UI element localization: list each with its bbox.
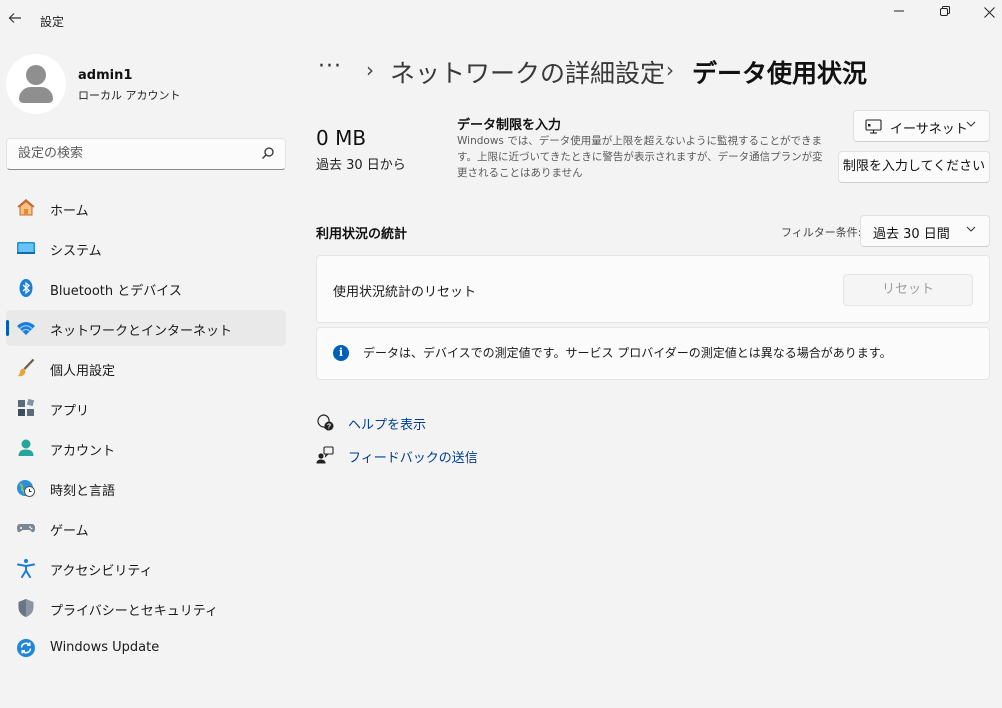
sidebar-item-label: プライバシーとセキュリティ bbox=[50, 604, 218, 619]
network-adapter-dropdown[interactable]: イーサネット bbox=[853, 110, 990, 142]
sidebar-item-accessibility[interactable]: アクセシビリティ bbox=[6, 550, 286, 586]
filter-period-dropdown[interactable]: 過去 30 日間 bbox=[860, 215, 990, 247]
system-icon bbox=[17, 242, 35, 254]
help-link[interactable]: ヘルプを表示 bbox=[348, 414, 426, 433]
breadcrumb-more-button[interactable]: ··· bbox=[318, 54, 342, 79]
chevron-right-icon: › bbox=[366, 58, 374, 82]
home-icon bbox=[17, 199, 35, 216]
page-title: データ使用状況 bbox=[692, 59, 868, 88]
network-adapter-label: イーサネット bbox=[890, 122, 968, 137]
sidebar-item-system[interactable]: システム bbox=[6, 230, 286, 266]
sidebar-item-bluetooth[interactable]: Bluetooth とデバイス bbox=[6, 270, 286, 306]
reset-stats-label: 使用状況統計のリセット bbox=[333, 285, 477, 300]
sidebar-item-gaming[interactable]: ゲーム bbox=[6, 510, 286, 546]
bluetooth-icon bbox=[19, 279, 33, 297]
restore-button[interactable] bbox=[922, 0, 968, 28]
search-input[interactable] bbox=[18, 146, 248, 161]
feedback-icon bbox=[316, 446, 334, 464]
sidebar-item-label: アカウント bbox=[50, 444, 116, 459]
filter-period-value: 過去 30 日間 bbox=[873, 227, 950, 242]
breadcrumb-parent-link[interactable]: ネットワークの詳細設定 bbox=[390, 54, 665, 90]
gamepad-icon bbox=[17, 524, 35, 533]
avatar[interactable] bbox=[6, 54, 66, 114]
svg-text:?: ? bbox=[327, 424, 331, 431]
info-card: i データは、デバイスでの測定値です。サービス プロバイダーの測定値とは異なる場… bbox=[316, 327, 990, 380]
avatar-head bbox=[26, 65, 46, 85]
sidebar-item-label: ホーム bbox=[50, 204, 89, 219]
data-limit-description: Windows では、データ使用量が上限を超えないように監視することができます。… bbox=[457, 135, 823, 179]
settings-search-box[interactable] bbox=[6, 138, 286, 170]
reset-stats-card: 使用状況統計のリセット リセット bbox=[316, 255, 990, 323]
sidebar-item-network[interactable]: ネットワークとインターネット bbox=[6, 310, 286, 346]
search-icon[interactable] bbox=[261, 146, 275, 162]
sidebar-item-label: アプリ bbox=[50, 404, 90, 419]
window-title: 設定 bbox=[40, 15, 65, 29]
sidebar-item-privacy[interactable]: プライバシーとセキュリティ bbox=[6, 590, 286, 626]
data-usage-period: 過去 30 日から bbox=[316, 158, 406, 173]
ethernet-monitor-icon bbox=[865, 119, 882, 134]
wifi-icon bbox=[17, 322, 35, 335]
feedback-link[interactable]: フィードバックの送信 bbox=[348, 447, 478, 466]
sidebar-item-personalization[interactable]: 個人用設定 bbox=[6, 350, 286, 386]
sidebar-item-label: アクセシビリティ bbox=[50, 564, 153, 579]
chevron-down-icon bbox=[966, 121, 976, 127]
help-icon: ? bbox=[317, 414, 334, 431]
chevron-down-icon bbox=[966, 226, 976, 232]
globe-clock-icon bbox=[17, 480, 35, 497]
info-icon: i bbox=[333, 345, 349, 361]
accessibility-icon bbox=[17, 559, 35, 578]
sidebar-item-accounts[interactable]: アカウント bbox=[6, 430, 286, 466]
user-name: admin1 bbox=[78, 68, 133, 83]
reset-button[interactable]: リセット bbox=[843, 274, 973, 306]
filter-label: フィルター条件: bbox=[781, 226, 862, 239]
chevron-right-icon: › bbox=[666, 58, 674, 82]
usage-stats-title: 利用状況の統計 bbox=[316, 227, 408, 242]
sidebar-nav: ホーム システム Bluetooth とデバイス ネットワークとインターネット … bbox=[6, 190, 286, 670]
sidebar-item-label: ゲーム bbox=[50, 524, 89, 539]
close-button[interactable] bbox=[966, 0, 1002, 28]
sidebar-item-label: Bluetooth とデバイス bbox=[50, 284, 182, 299]
apps-icon bbox=[18, 398, 35, 416]
sidebar-item-label: 時刻と言語 bbox=[50, 484, 116, 499]
account-icon bbox=[18, 439, 34, 456]
enter-limit-button[interactable]: 制限を入力してください bbox=[838, 151, 990, 183]
brush-icon bbox=[17, 358, 35, 377]
info-text: データは、デバイスでの測定値です。サービス プロバイダーの測定値とは異なる場合が… bbox=[363, 346, 892, 360]
sidebar-item-apps[interactable]: アプリ bbox=[6, 390, 286, 426]
sidebar-item-windows-update[interactable]: Windows Update bbox=[6, 630, 286, 666]
sidebar-item-label: ネットワークとインターネット bbox=[50, 324, 233, 339]
avatar-body bbox=[19, 87, 53, 103]
sidebar-item-label: システム bbox=[50, 244, 102, 259]
sidebar-item-label: 個人用設定 bbox=[50, 364, 116, 379]
sidebar-item-home[interactable]: ホーム bbox=[6, 190, 286, 226]
data-usage-value: 0 MB bbox=[316, 126, 367, 150]
sidebar-item-time-language[interactable]: 時刻と言語 bbox=[6, 470, 286, 506]
account-type: ローカル アカウント bbox=[78, 89, 181, 102]
minimize-button[interactable] bbox=[876, 0, 922, 28]
title-bar: 設定 bbox=[0, 0, 1002, 40]
data-limit-title: データ制限を入力 bbox=[457, 118, 562, 133]
shield-icon bbox=[18, 599, 34, 617]
back-arrow-icon[interactable] bbox=[6, 11, 24, 29]
update-icon bbox=[17, 639, 35, 657]
sidebar-item-label: Windows Update bbox=[50, 640, 160, 655]
